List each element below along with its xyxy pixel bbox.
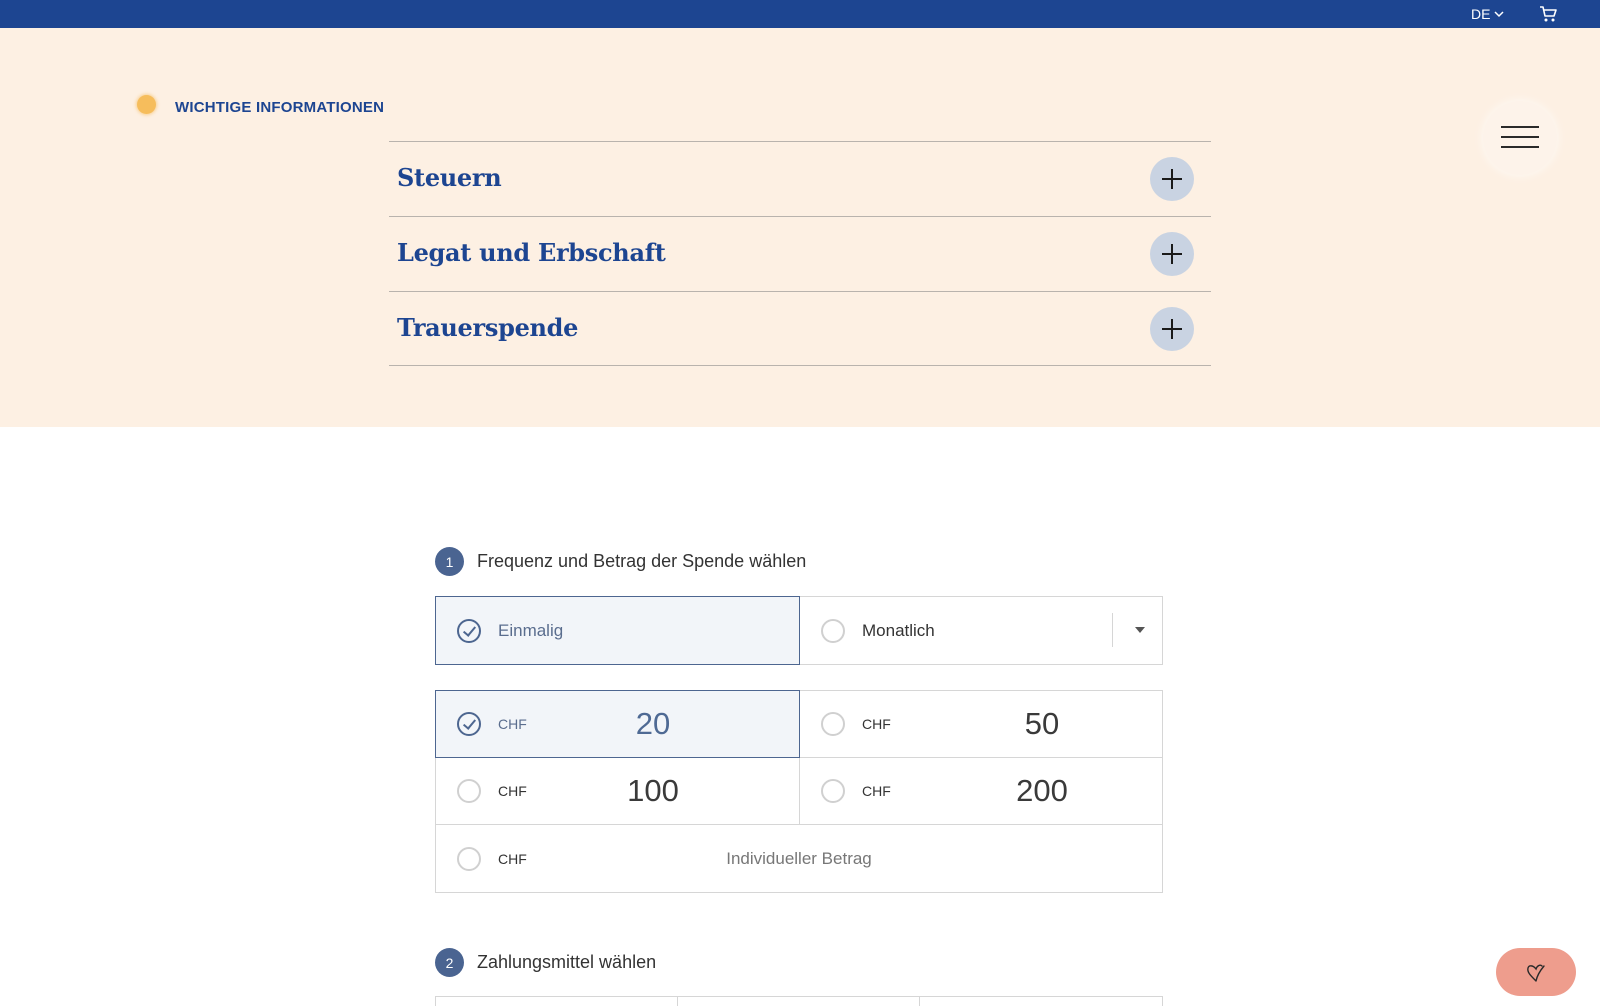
accordion-item-steuern[interactable]: Steuern	[389, 141, 1211, 216]
accordion-title: Legat und Erbschaft	[397, 238, 666, 267]
amount-option-20[interactable]: CHF 20	[435, 690, 800, 758]
accordion-item-trauerspende[interactable]: Trauerspende	[389, 291, 1211, 366]
amount-option-100[interactable]: CHF 100	[435, 757, 800, 825]
info-accordion: Steuern Legat und Erbschaft Trauerspende	[389, 141, 1211, 366]
radio-unchecked-icon	[821, 779, 845, 803]
radio-unchecked-icon	[821, 712, 845, 736]
dropdown-divider	[1112, 613, 1113, 647]
language-label: DE	[1471, 6, 1491, 22]
amount-value: 200	[1016, 773, 1068, 808]
currency-label: CHF	[498, 783, 527, 799]
accordion-title: Steuern	[397, 163, 502, 192]
frequency-label: Einmalig	[498, 620, 564, 640]
menu-line	[1501, 146, 1539, 148]
amount-value: 100	[627, 773, 679, 808]
payment-option[interactable]	[677, 996, 920, 1006]
section-heading: WICHTIGE INFORMATIONEN	[175, 99, 385, 116]
radio-checked-icon	[457, 712, 481, 736]
frequency-option-einmalig[interactable]: Einmalig	[435, 596, 800, 665]
shopping-cart-icon[interactable]	[1538, 4, 1558, 24]
radio-unchecked-icon	[821, 618, 845, 643]
payment-option[interactable]	[919, 996, 1163, 1006]
payment-option[interactable]	[435, 996, 678, 1006]
currency-label: CHF	[862, 716, 891, 732]
step-label: Zahlungsmittel wählen	[477, 952, 657, 972]
plus-icon[interactable]	[1150, 157, 1194, 201]
radio-checked-icon	[457, 618, 481, 643]
accordion-item-legat[interactable]: Legat und Erbschaft	[389, 216, 1211, 291]
step-2-heading: 2 Zahlungsmittel wählen	[435, 948, 656, 977]
step-label: Frequenz und Betrag der Spende wählen	[477, 551, 807, 571]
menu-line	[1501, 126, 1539, 128]
plus-icon[interactable]	[1150, 232, 1194, 276]
donate-floating-button[interactable]	[1496, 948, 1576, 996]
heart-icon	[1527, 964, 1545, 982]
amount-option-200[interactable]: CHF 200	[799, 757, 1163, 825]
step-1-heading: 1 Frequenz und Betrag der Spende wählen	[435, 547, 806, 576]
amount-option-custom[interactable]: CHF Individueller Betrag	[435, 824, 1163, 893]
frequency-option-monatlich[interactable]: Monatlich	[799, 596, 1163, 665]
currency-label: CHF	[498, 716, 527, 732]
top-bar: DE	[0, 0, 1600, 28]
currency-label: CHF	[862, 783, 891, 799]
accordion-title: Trauerspende	[397, 313, 579, 342]
amount-value: 50	[1024, 706, 1060, 741]
plus-icon[interactable]	[1150, 307, 1194, 351]
custom-amount-input[interactable]: Individueller Betrag	[436, 849, 1162, 869]
radio-unchecked-icon	[457, 779, 481, 803]
caret-down-icon[interactable]	[1135, 627, 1145, 633]
chevron-down-icon	[1494, 11, 1504, 18]
step-number-badge: 2	[435, 948, 464, 977]
frequency-label: Monatlich	[862, 620, 935, 640]
step-number-badge: 1	[435, 547, 464, 576]
amount-option-50[interactable]: CHF 50	[799, 690, 1163, 758]
language-selector[interactable]: DE	[1471, 6, 1505, 22]
menu-line	[1501, 136, 1539, 138]
hamburger-menu-button[interactable]	[1483, 101, 1557, 175]
amount-value: 20	[635, 706, 671, 741]
info-dot-icon	[137, 95, 156, 114]
